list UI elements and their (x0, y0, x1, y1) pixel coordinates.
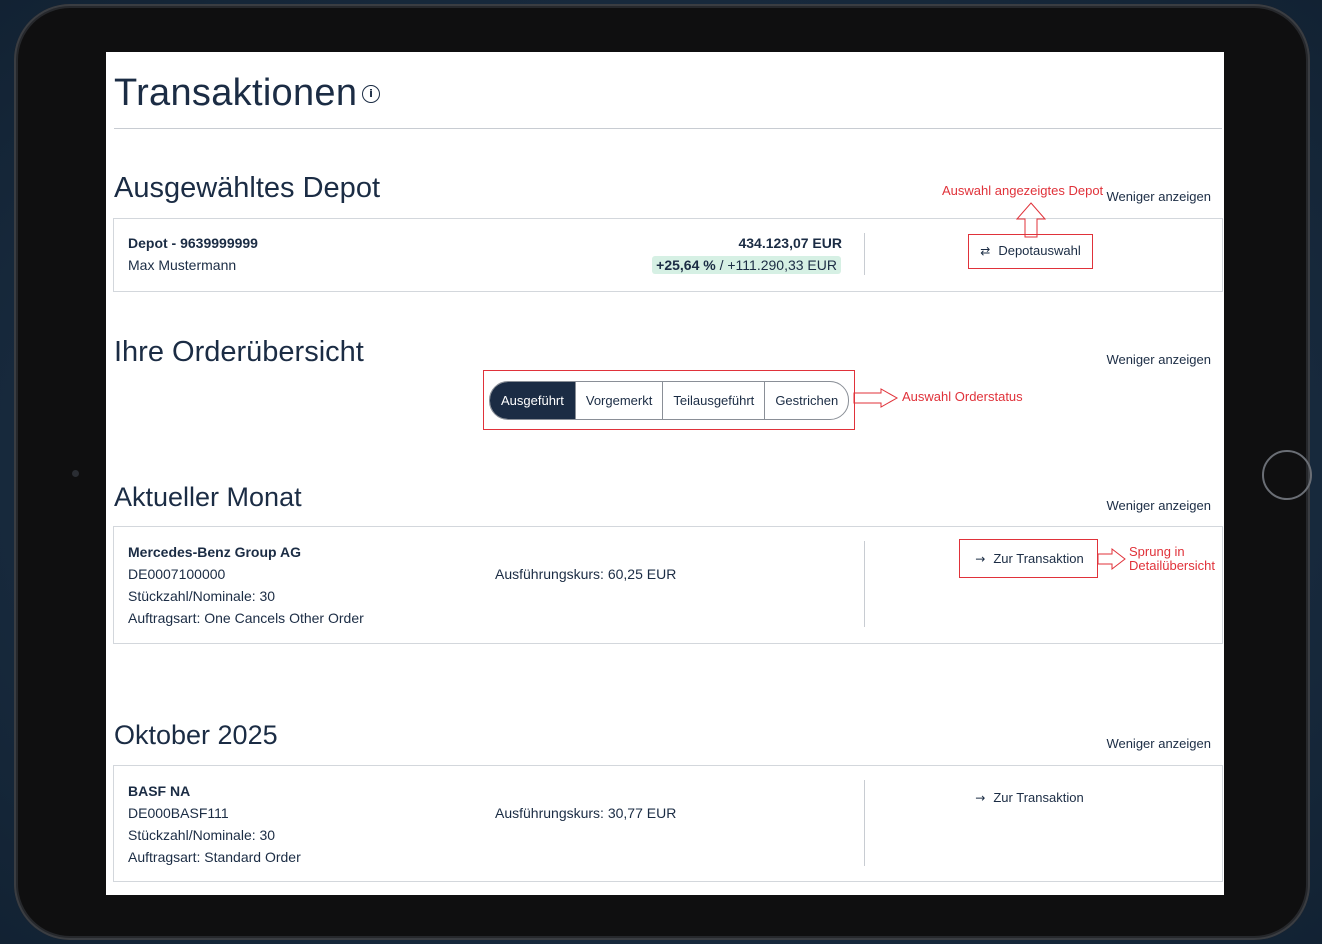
transaction-card-october: BASF NA DE000BASF111 Stückzahl/Nominale:… (113, 765, 1223, 882)
depot-card: Depot - 9639999999 Max Mustermann 434.12… (113, 218, 1223, 292)
depot-name: Depot - 9639999999 (128, 235, 258, 251)
security-name: Mercedes-Benz Group AG (128, 544, 301, 560)
annotation-arrow-up (1015, 202, 1047, 238)
transaction-divider (864, 541, 865, 627)
annotation-box-transaktion (959, 539, 1098, 578)
annotation-box-depotauswahl (968, 234, 1093, 269)
annotation-jump-line1: Sprung in (1129, 544, 1185, 559)
security-isin: DE000BASF111 (128, 805, 229, 821)
annotation-jump-line2: Detailübersicht (1129, 558, 1215, 573)
month-less-link[interactable]: Weniger anzeigen (1106, 498, 1211, 513)
camera-dot (72, 470, 79, 477)
october-less-link[interactable]: Weniger anzeigen (1106, 736, 1211, 751)
security-quantity: Stückzahl/Nominale: 30 (128, 827, 276, 843)
execution-price: Ausführungskurs: 30,77 EUR (495, 805, 677, 821)
annotation-jump: Sprung in Detailübersicht (1129, 545, 1215, 573)
perf-absolute: +111.290,33 EUR (727, 257, 837, 273)
zur-transaktion-button[interactable]: → Zur Transaktion (961, 780, 1098, 815)
transaction-card-current: Mercedes-Benz Group AG DE0007100000 Stüc… (113, 526, 1223, 644)
security-isin: DE0007100000 (128, 566, 226, 582)
october-section-title: Oktober 2025 (114, 720, 278, 750)
annotation-depot: Auswahl angezeigtes Depot (942, 183, 1104, 198)
arrow-right-icon: → (975, 790, 986, 805)
depot-value: 434.123,07 EUR (738, 235, 842, 251)
security-name: BASF NA (128, 783, 191, 799)
order-type: Auftragsart: Standard Order (128, 849, 301, 865)
depot-divider (864, 233, 865, 275)
transaction-divider (864, 780, 865, 866)
order-section-title: Ihre Orderübersicht (114, 336, 364, 368)
perf-percent: +25,64 % (656, 257, 716, 273)
page-title: Transaktionen (114, 72, 358, 114)
order-type: Auftragsart: One Cancels Other Order (128, 610, 364, 626)
zur-transaktion-label: Zur Transaktion (993, 790, 1084, 805)
month-section-title: Aktueller Monat (114, 482, 302, 512)
security-quantity: Stückzahl/Nominale: 30 (128, 588, 276, 604)
annotation-orderstatus: Auswahl Orderstatus (902, 389, 1023, 404)
perf-separator: / (715, 257, 728, 273)
info-icon[interactable]: i (362, 85, 380, 103)
order-less-link[interactable]: Weniger anzeigen (1106, 352, 1211, 367)
execution-price: Ausführungskurs: 60,25 EUR (495, 566, 677, 582)
depot-section-title: Ausgewähltes Depot (114, 172, 380, 204)
home-button[interactable] (1262, 450, 1312, 500)
header-divider (114, 128, 1222, 129)
annotation-arrow-right-jump (1097, 547, 1126, 571)
annotation-box-orderstatus (483, 370, 855, 430)
page-content: Transaktionen i Ausgewähltes Depot Auswa… (106, 52, 1224, 895)
depot-owner: Max Mustermann (128, 257, 237, 273)
screen: Transaktionen i Ausgewähltes Depot Auswa… (106, 52, 1224, 895)
performance-badge: +25,64 % / +111.290,33 EUR (652, 256, 841, 274)
depot-less-link[interactable]: Weniger anzeigen (1106, 189, 1211, 204)
annotation-arrow-right-orderstatus (853, 388, 899, 408)
